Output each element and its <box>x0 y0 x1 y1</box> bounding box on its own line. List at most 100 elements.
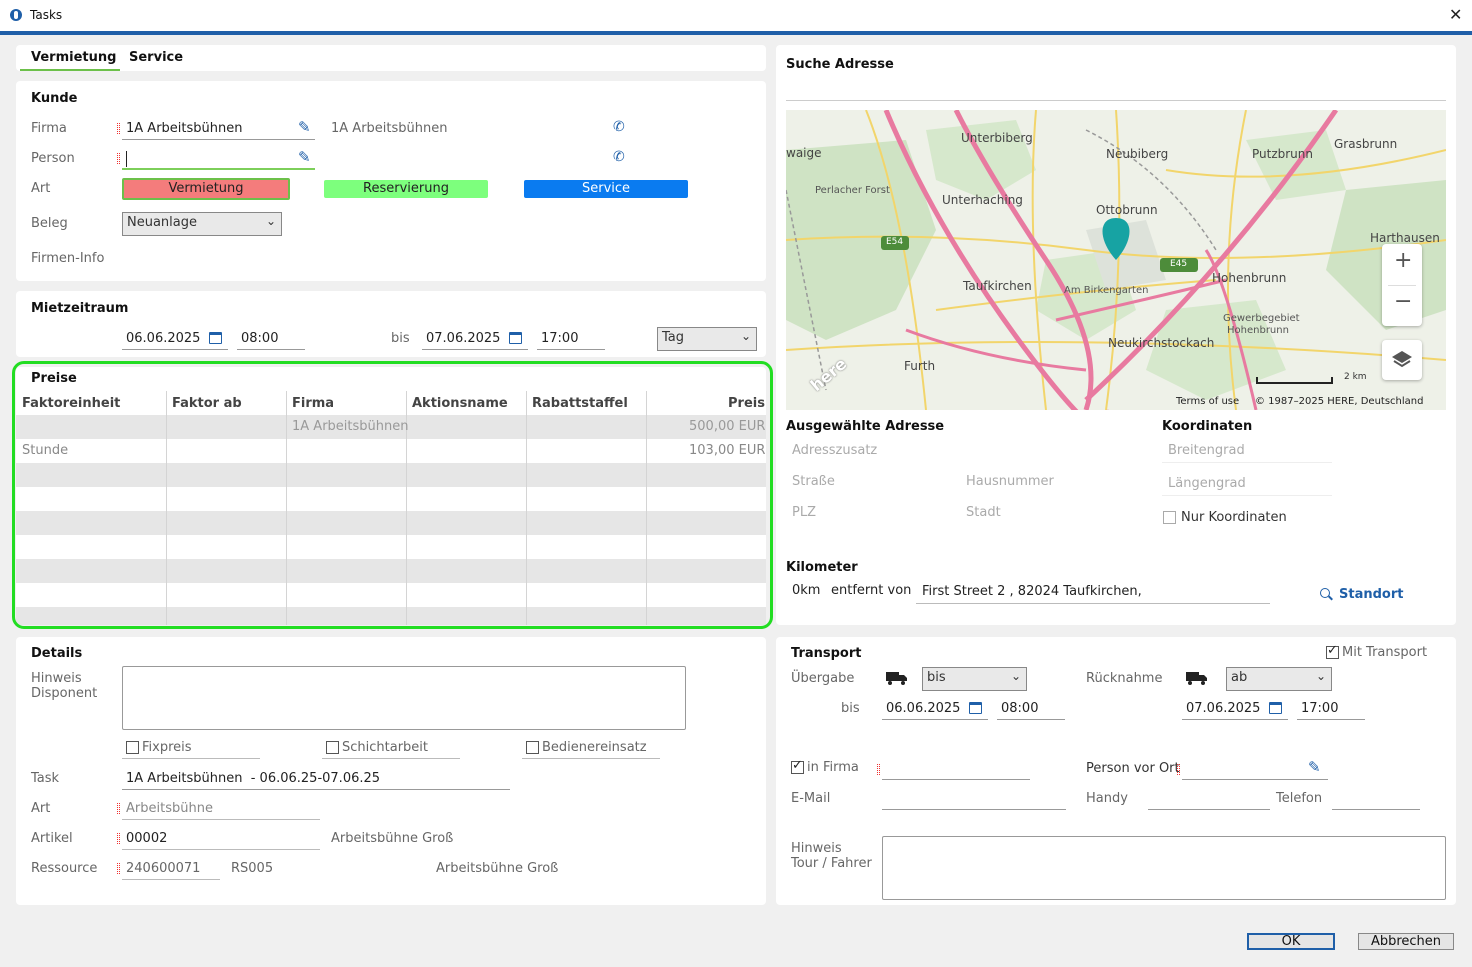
ok-button[interactable]: OK <box>1247 933 1335 950</box>
firma-input[interactable]: 1A Arbeitsbühnen <box>126 121 242 136</box>
email-input[interactable] <box>882 809 1066 810</box>
preise-highlight-frame <box>12 361 773 629</box>
to-date-input[interactable]: 07.06.2025 <box>426 331 500 346</box>
kilometer-heading: Kilometer <box>786 560 858 575</box>
transport-from-date-underline <box>882 719 988 720</box>
adresszusatz-input[interactable]: Adresszusatz <box>792 443 877 458</box>
app-icon <box>10 9 22 21</box>
map-terms-link[interactable]: Terms of use <box>1176 396 1239 407</box>
phone-icon[interactable]: ✆ <box>613 149 625 165</box>
art-service-button[interactable]: Service <box>524 180 688 198</box>
art-vermietung-button[interactable]: Vermietung <box>122 178 290 200</box>
title-bar: Tasks ✕ <box>0 0 1472 31</box>
uebergabe-select[interactable]: bis ⌄ <box>922 667 1027 691</box>
unit-select[interactable]: Tag ⌄ <box>657 327 757 351</box>
ressource-underline <box>122 879 220 880</box>
tab-service[interactable]: Service <box>122 45 202 71</box>
breitengrad-input[interactable]: Breitengrad <box>1168 443 1245 458</box>
from-time-input[interactable]: 08:00 <box>241 331 278 346</box>
map-label: E45 <box>1170 259 1188 269</box>
schichtarbeit-checkbox[interactable] <box>326 741 339 754</box>
unit-value: Tag <box>662 330 685 345</box>
map-label: Ottobrunn <box>1096 203 1158 217</box>
strasse-input[interactable]: Straße <box>792 474 835 489</box>
zoom-control: + − <box>1382 244 1422 326</box>
hinweis-tour-textarea[interactable] <box>882 836 1446 900</box>
tab-bar: Vermietung Service <box>16 45 766 71</box>
hausnummer-input[interactable]: Hausnummer <box>966 474 1054 489</box>
beleg-label: Beleg <box>31 216 68 231</box>
plz-input[interactable]: PLZ <box>792 505 816 520</box>
truck-icon <box>886 672 907 685</box>
zoom-in-button[interactable]: + <box>1394 248 1412 273</box>
mietzeitraum-panel <box>16 291 766 357</box>
artikel-name: Arbeitsbühne Groß <box>331 831 454 846</box>
to-time-input[interactable]: 17:00 <box>541 331 578 346</box>
close-icon[interactable]: ✕ <box>1449 5 1462 24</box>
details-art-input[interactable]: Arbeitsbühne <box>126 801 213 816</box>
hinweis-textarea[interactable] <box>122 666 686 730</box>
telefon-input[interactable] <box>1332 809 1420 810</box>
in-firma-checkbox[interactable] <box>791 758 804 774</box>
in-firma-input[interactable] <box>882 779 1030 780</box>
suche-input[interactable] <box>786 100 1446 101</box>
chevron-down-icon: ⌄ <box>1315 669 1326 683</box>
laengengrad-input[interactable]: Längengrad <box>1168 476 1246 491</box>
search-icon[interactable] <box>1320 588 1333 601</box>
map-view[interactable]: Unterbiberg Neubiberg Putzbrunn Grasbrun… <box>786 110 1446 410</box>
beleg-select[interactable]: Neuanlage ⌄ <box>122 212 282 236</box>
abbrechen-button[interactable]: Abbrechen <box>1358 933 1454 950</box>
edit-pencil-icon[interactable]: ✎ <box>1308 758 1321 776</box>
artikel-input[interactable]: 00002 <box>126 831 167 846</box>
standort-address-input[interactable]: First Street 2 , 82024 Taufkirchen, <box>922 584 1142 599</box>
calendar-icon[interactable] <box>1269 702 1282 714</box>
zoom-out-button[interactable]: − <box>1394 289 1412 314</box>
nur-koordinaten-label: Nur Koordinaten <box>1181 510 1287 525</box>
handy-label: Handy <box>1086 791 1128 806</box>
firma-display: 1A Arbeitsbühnen <box>331 121 448 136</box>
tour-fahrer-label: Tour / Fahrer <box>791 856 872 871</box>
stadt-input[interactable]: Stadt <box>966 505 1001 520</box>
transport-to-date[interactable]: 07.06.2025 <box>1186 701 1260 716</box>
edit-pencil-icon[interactable]: ✎ <box>298 118 311 136</box>
map-label: E54 <box>886 237 904 247</box>
art-label: Art <box>31 181 51 196</box>
transport-to-time[interactable]: 17:00 <box>1301 701 1338 716</box>
bedienereinsatz-checkbox[interactable] <box>526 741 539 754</box>
fixpreis-checkbox[interactable] <box>126 741 139 754</box>
person-vor-ort-input[interactable] <box>1182 779 1328 780</box>
map-label: Unterbiberg <box>961 131 1033 145</box>
tab-vermietung[interactable]: Vermietung <box>20 45 120 71</box>
calendar-icon[interactable] <box>969 702 982 714</box>
layers-button[interactable] <box>1382 340 1422 380</box>
ressource-input[interactable]: 240600071 <box>126 861 200 876</box>
person-vor-ort-label: Person vor Ort <box>1086 761 1180 776</box>
edit-pencil-icon[interactable]: ✎ <box>298 148 311 166</box>
chevron-down-icon: ⌄ <box>740 329 751 343</box>
kunde-heading: Kunde <box>31 91 78 106</box>
map-label: Putzbrunn <box>1252 147 1314 161</box>
required-marker <box>877 764 880 775</box>
art-reservierung-button[interactable]: Reservierung <box>324 180 488 198</box>
schichtarbeit-label: Schichtarbeit <box>342 740 429 755</box>
from-date-input[interactable]: 06.06.2025 <box>126 331 200 346</box>
calendar-icon[interactable] <box>209 332 222 344</box>
uebergabe-label: Übergabe <box>791 671 855 686</box>
mit-transport-checkbox[interactable] <box>1326 643 1339 659</box>
bedienereinsatz-underline <box>522 758 660 759</box>
artikel-underline <box>122 849 320 850</box>
handy-input[interactable] <box>1148 809 1270 810</box>
ruecknahme-value: ab <box>1231 670 1248 685</box>
in-firma-label: in Firma <box>807 760 859 775</box>
ruecknahme-select[interactable]: ab ⌄ <box>1226 667 1332 691</box>
phone-icon[interactable]: ✆ <box>613 119 625 135</box>
standort-button[interactable]: Standort <box>1339 587 1403 602</box>
nur-koordinaten-checkbox[interactable] <box>1163 511 1176 524</box>
transport-from-time[interactable]: 08:00 <box>1001 701 1038 716</box>
transport-from-date[interactable]: 06.06.2025 <box>886 701 960 716</box>
task-underline <box>122 789 510 790</box>
person-input[interactable] <box>126 151 296 167</box>
mietzeitraum-heading: Mietzeitraum <box>31 301 129 316</box>
calendar-icon[interactable] <box>509 332 522 344</box>
task-input[interactable]: 1A Arbeitsbühnen - 06.06.25-07.06.25 <box>126 771 380 786</box>
